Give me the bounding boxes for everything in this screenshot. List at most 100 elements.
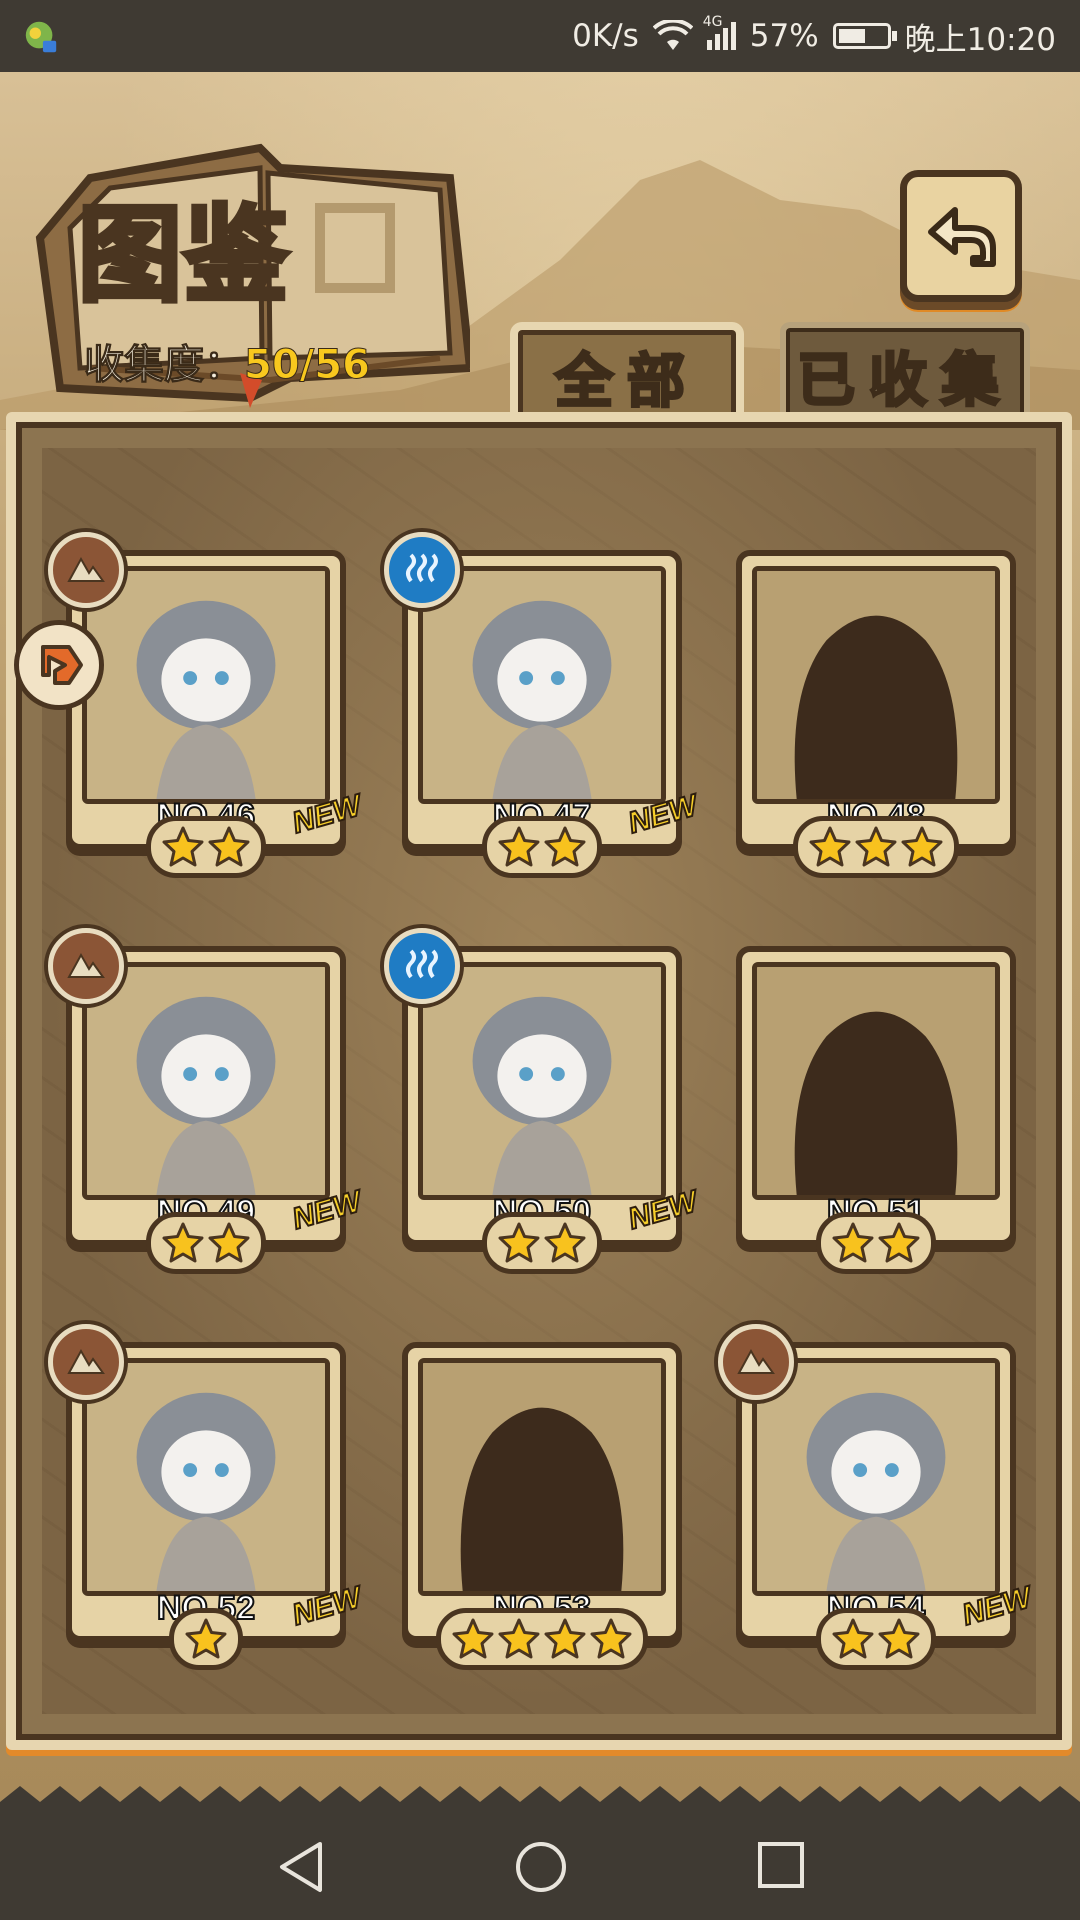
star-icon xyxy=(452,1618,494,1659)
collection-value: 50/56 xyxy=(244,342,371,389)
network-speed: 0K/s xyxy=(572,18,639,54)
star-rating xyxy=(816,1212,936,1274)
card-no50[interactable]: NO.50 NEW xyxy=(384,928,702,1276)
star-icon xyxy=(809,826,851,867)
card-no46[interactable]: NO.46 NEW xyxy=(48,532,366,880)
water-element-badge xyxy=(384,532,460,608)
wifi-icon xyxy=(652,20,693,50)
earth-element-badge xyxy=(48,928,124,1004)
star-icon xyxy=(544,1618,586,1659)
silhouette-portrait xyxy=(757,571,995,799)
status-bar: 0K/s 4G 57% 晚上10:20 xyxy=(0,0,1080,72)
character-portrait xyxy=(87,571,325,799)
character-portrait xyxy=(423,967,661,1195)
card-rarity xyxy=(736,1212,1016,1274)
star-icon xyxy=(590,1618,632,1659)
star-rating xyxy=(146,1212,266,1274)
arrow-right-icon xyxy=(41,645,83,685)
star-icon xyxy=(878,1222,920,1263)
nav-home-icon[interactable] xyxy=(514,1840,568,1894)
star-icon xyxy=(832,1618,874,1659)
character-portrait xyxy=(87,1363,325,1591)
earth-icon xyxy=(65,547,107,593)
card-portrait xyxy=(418,1358,666,1596)
collection-progress: 收集度：50/56 xyxy=(84,332,371,390)
star-rating xyxy=(169,1608,243,1670)
tab-all[interactable]: 全部 xyxy=(510,322,744,422)
silhouette-portrait xyxy=(757,967,995,1195)
earth-icon xyxy=(65,943,107,989)
return-arrow-icon xyxy=(928,207,996,267)
card-portrait xyxy=(752,962,1000,1200)
star-icon xyxy=(544,826,586,867)
card-portrait xyxy=(82,1358,330,1596)
star-rating xyxy=(793,816,959,878)
card-no48[interactable]: NO.48 xyxy=(736,550,1016,880)
earth-element-badge xyxy=(48,1324,124,1400)
page-title: 图鉴 xyxy=(75,191,291,319)
character-portrait xyxy=(757,1363,995,1591)
nav-recents-icon[interactable] xyxy=(756,1840,806,1890)
character-portrait xyxy=(423,571,661,799)
earth-element-badge xyxy=(718,1324,794,1400)
card-portrait xyxy=(752,566,1000,804)
nav-back-icon[interactable] xyxy=(276,1840,326,1894)
star-icon xyxy=(878,1618,920,1659)
card-no52[interactable]: NO.52 NEW xyxy=(48,1324,366,1672)
card-rarity xyxy=(66,1608,346,1670)
star-rating xyxy=(816,1608,936,1670)
card-rarity xyxy=(402,816,682,878)
card-no47[interactable]: NO.47 NEW xyxy=(384,532,702,880)
card-portrait xyxy=(418,962,666,1200)
card-rarity xyxy=(66,816,346,878)
card-rarity xyxy=(736,1608,1016,1670)
clock: 晚上10:20 xyxy=(904,21,1056,58)
star-rating xyxy=(482,816,602,878)
star-icon xyxy=(832,1222,874,1263)
back-button[interactable] xyxy=(900,170,1022,302)
card-no49[interactable]: NO.49 NEW xyxy=(48,928,366,1276)
star-icon xyxy=(855,826,897,867)
star-icon xyxy=(208,1222,250,1263)
card-rarity xyxy=(736,816,1016,878)
card-no51[interactable]: NO.51 xyxy=(736,946,1016,1276)
water-element-badge xyxy=(384,928,460,1004)
signal-icon: 4G xyxy=(703,14,736,50)
star-rating xyxy=(436,1608,648,1670)
star-icon xyxy=(498,1618,540,1659)
collection-label: 收集度： xyxy=(84,342,245,389)
silhouette-portrait xyxy=(423,1363,661,1591)
star-rating xyxy=(482,1212,602,1274)
star-icon xyxy=(208,826,250,867)
character-portrait xyxy=(87,967,325,1195)
network-type: 4G xyxy=(702,14,723,30)
card-no53[interactable]: NO.53 xyxy=(402,1342,682,1672)
side-scroll-button[interactable] xyxy=(14,620,104,710)
star-icon xyxy=(498,1222,540,1263)
earth-element-badge xyxy=(48,532,124,608)
battery-percent: 57% xyxy=(749,18,819,54)
card-no54[interactable]: NO.54 NEW xyxy=(718,1324,1036,1672)
card-rarity xyxy=(402,1608,682,1670)
card-portrait xyxy=(418,566,666,804)
card-portrait xyxy=(752,1358,1000,1596)
star-icon xyxy=(185,1618,227,1659)
bottom-zigzag-border xyxy=(0,1786,1080,1812)
star-icon xyxy=(544,1222,586,1263)
tab-collected[interactable]: 已收集 xyxy=(780,322,1030,422)
earth-icon xyxy=(65,1339,107,1385)
star-rating xyxy=(146,816,266,878)
battery-icon xyxy=(832,23,897,49)
card-portrait xyxy=(82,566,330,804)
water-icon xyxy=(401,943,443,989)
star-icon xyxy=(162,1222,204,1263)
star-icon xyxy=(901,826,943,867)
card-portrait xyxy=(82,962,330,1200)
star-icon xyxy=(498,826,540,867)
star-icon xyxy=(162,826,204,867)
water-icon xyxy=(401,547,443,593)
card-rarity xyxy=(66,1212,346,1274)
card-rarity xyxy=(402,1212,682,1274)
earth-icon xyxy=(735,1339,777,1385)
app-notification-icon xyxy=(25,21,57,53)
